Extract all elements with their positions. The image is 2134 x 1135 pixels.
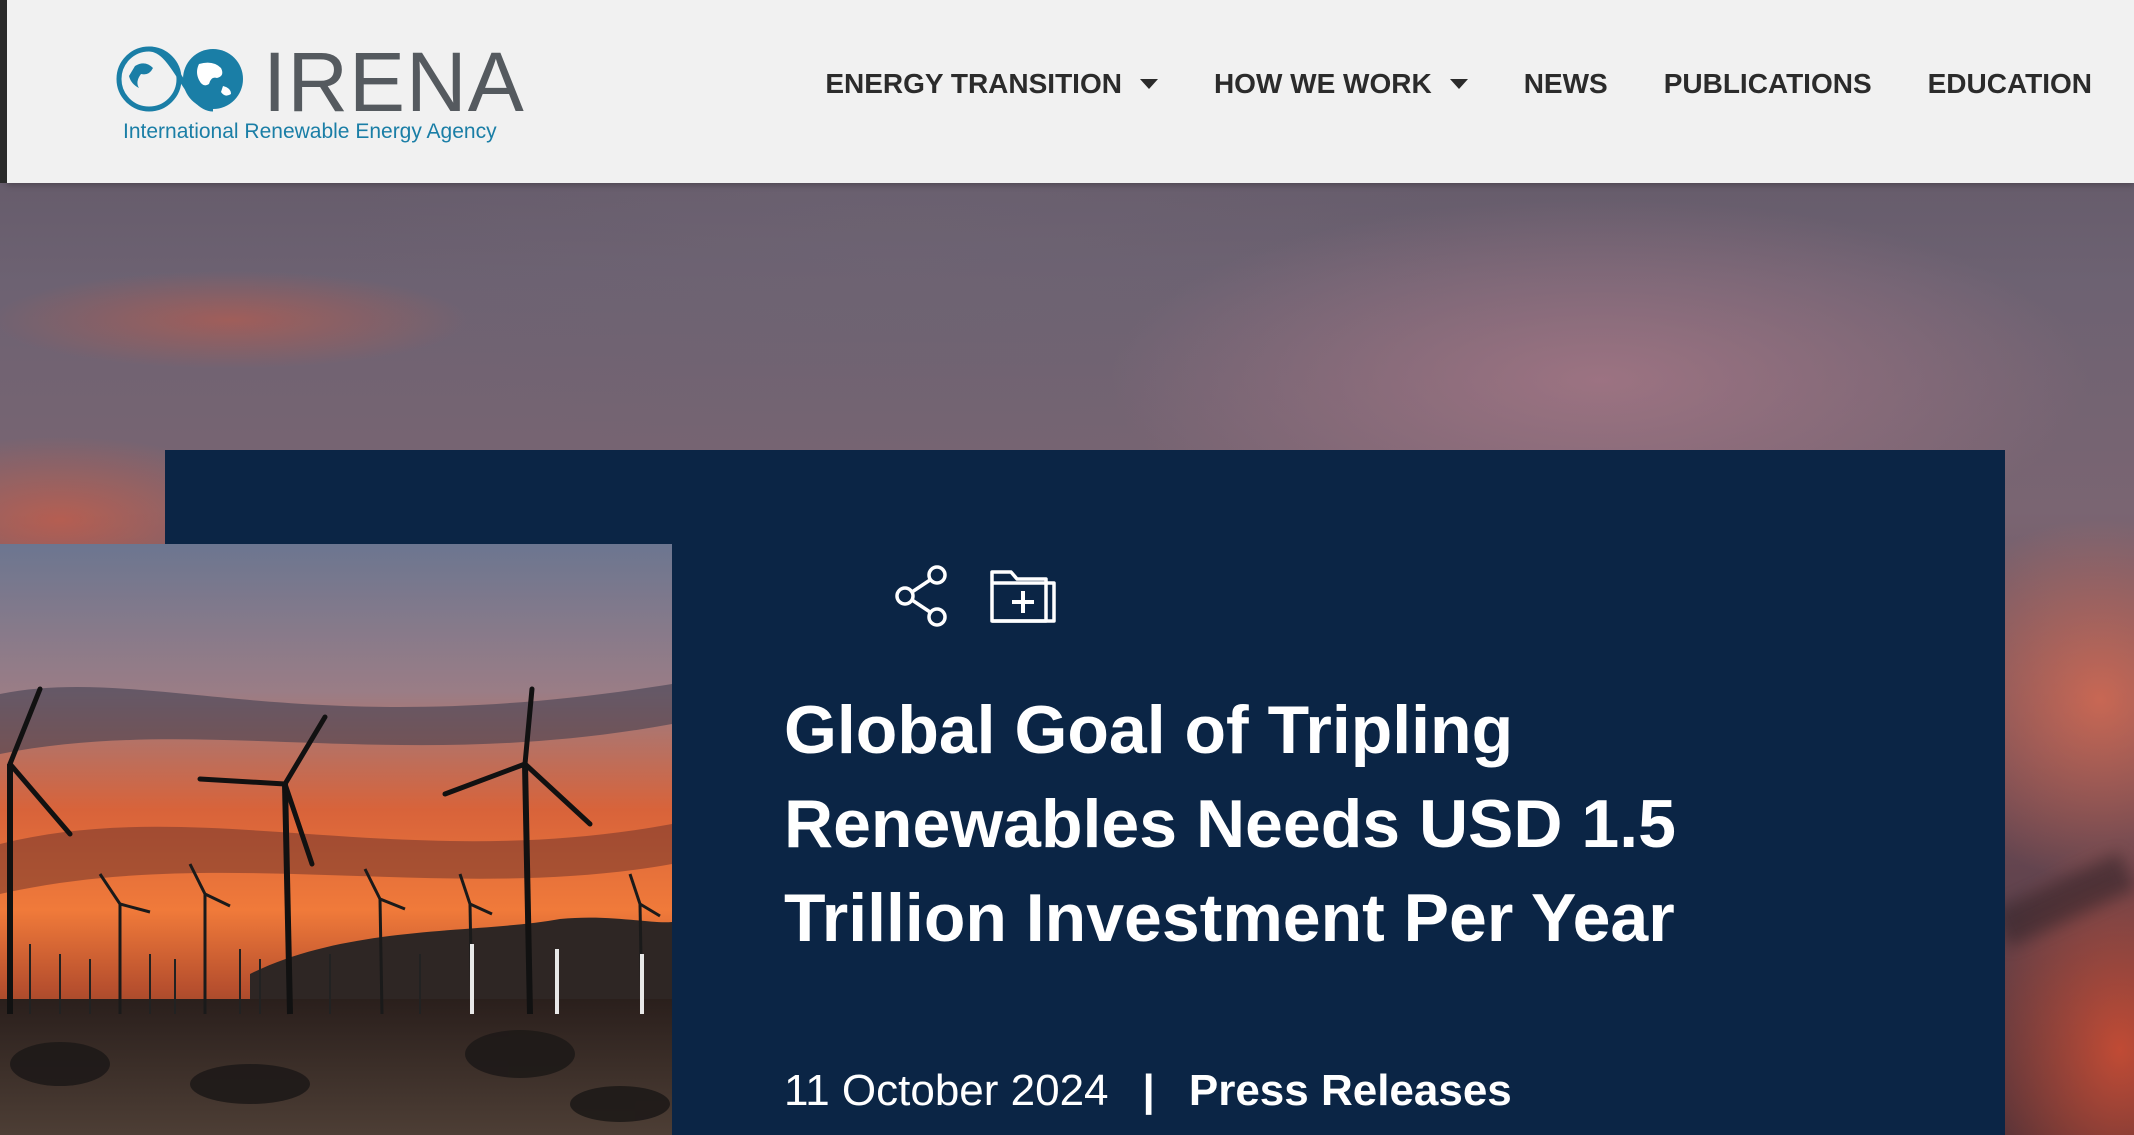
article-meta: 11 October 2024 | Press Releases xyxy=(784,1066,1512,1116)
meta-separator: | xyxy=(1142,1066,1155,1115)
share-icon[interactable] xyxy=(893,565,949,632)
nav-item-education[interactable]: EDUCATION xyxy=(1928,68,2092,100)
nav-item-label: EDUCATION xyxy=(1927,68,2092,99)
site-header: IRENA International Renewable Energy Age… xyxy=(0,0,2134,183)
nav-item-how-we-work[interactable]: HOW WE WORK xyxy=(1214,68,1468,100)
nav-item-label: ENERGY TRANSITION xyxy=(825,68,1122,99)
nav-item-news[interactable]: NEWS xyxy=(1524,68,1608,100)
nav-item-label: PUBLICATIONS xyxy=(1663,68,1872,99)
irena-logo[interactable]: IRENA International Renewable Energy Age… xyxy=(115,40,524,147)
logo-tagline: International Renewable Energy Agency xyxy=(123,120,497,143)
nav-item-label: HOW WE WORK xyxy=(1213,68,1432,99)
folder-add-icon[interactable] xyxy=(989,566,1057,631)
main-nav: ENERGY TRANSITION HOW WE WORK NEWS PUBLI… xyxy=(825,68,2092,100)
article-image xyxy=(0,544,672,1135)
globe-infinity-icon xyxy=(116,46,243,112)
caret-down-icon xyxy=(1449,79,1468,89)
nav-item-label: NEWS xyxy=(1523,68,1608,99)
article-date: 11 October 2024 xyxy=(784,1066,1109,1115)
caret-down-icon xyxy=(1139,79,1158,89)
article-title: Global Goal of Tripling Renewables Needs… xyxy=(784,692,1676,956)
nav-item-publications[interactable]: PUBLICATIONS xyxy=(1664,68,1872,100)
logo-wordmark: IRENA xyxy=(263,35,525,129)
article-actions xyxy=(893,565,1097,632)
nav-item-energy-transition[interactable]: ENERGY TRANSITION xyxy=(825,68,1158,100)
article-category-link[interactable]: Press Releases xyxy=(1189,1066,1512,1116)
